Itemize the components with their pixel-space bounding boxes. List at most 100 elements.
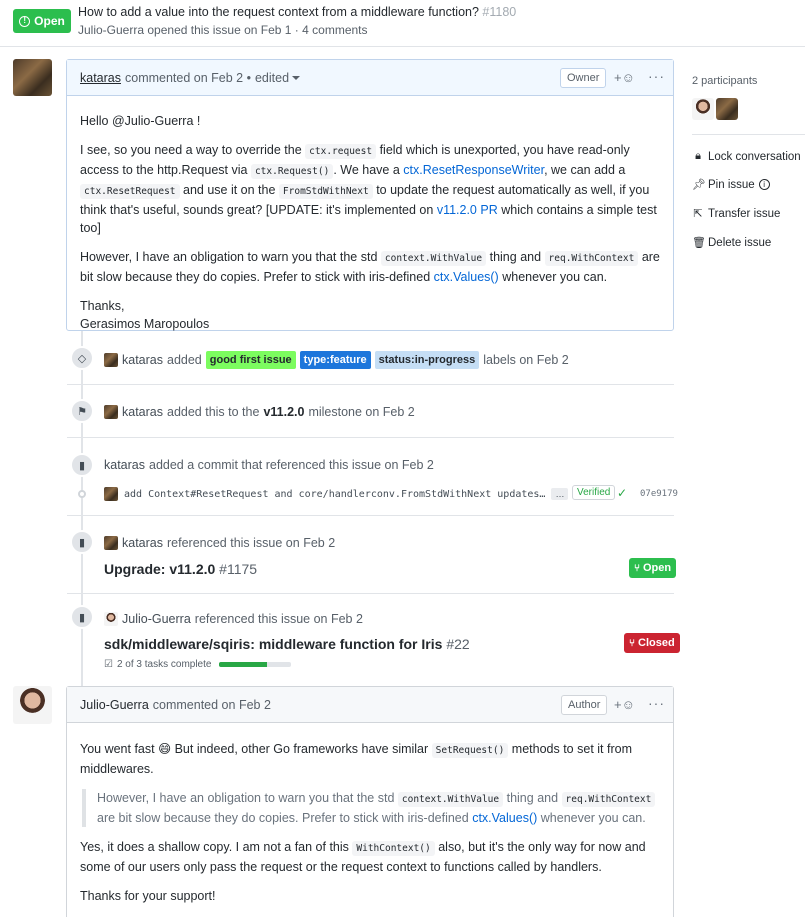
- delete-issue-button[interactable]: 🗑︎ Delete issue: [692, 236, 771, 250]
- text: and use it on the: [183, 183, 276, 197]
- info-icon[interactable]: i: [758, 179, 770, 190]
- event-tail: milestone on Feb 2: [308, 405, 415, 419]
- smile-emoji: 😄: [158, 742, 172, 756]
- event-reference: kataras referenced this issue on Feb 2: [104, 536, 335, 550]
- comment-paragraph-2: However, I have an obligation to warn yo…: [80, 248, 660, 286]
- transfer-label: Transfer issue: [708, 207, 781, 220]
- expand-commit-button[interactable]: …: [551, 488, 569, 500]
- mini-avatar[interactable]: [104, 612, 118, 626]
- task-progress-bar: [219, 662, 291, 667]
- inline-code: context.WithValue: [397, 792, 504, 807]
- event-actor[interactable]: kataras: [122, 405, 163, 419]
- add-reaction-icon[interactable]: +☺: [614, 70, 635, 85]
- participant-avatar-julio[interactable]: [692, 98, 714, 120]
- commit-sha-link[interactable]: 07e9179: [640, 489, 678, 499]
- reset-response-writer-link[interactable]: ctx.ResetResponseWriter: [403, 163, 544, 177]
- event-actor[interactable]: kataras: [122, 536, 163, 550]
- commit-dot-icon: [78, 490, 86, 498]
- issue-author-link[interactable]: Julio-Guerra: [78, 23, 144, 37]
- text: thing and: [506, 791, 559, 805]
- pr-state-label: Open: [643, 562, 672, 574]
- comment-julio-guerra: Julio-Guerra commented on Feb 2 Author +…: [66, 686, 674, 917]
- edited-label: edited: [254, 70, 290, 85]
- text: You went fast: [80, 742, 155, 756]
- issue-header: ! Open How to add a value into the reque…: [0, 0, 805, 47]
- commit-message-link[interactable]: add Context#ResetRequest and core/handle…: [124, 489, 545, 500]
- pin-issue-button[interactable]: 📌︎ Pin issue i: [692, 178, 770, 191]
- divider: [67, 593, 674, 594]
- tag-icon: ◇: [70, 346, 94, 370]
- comment-action: commented on Feb 2: [152, 697, 271, 712]
- edited-dropdown[interactable]: edited: [254, 70, 301, 85]
- pr-closed-badge: ⑂ Closed: [624, 633, 680, 653]
- check-icon[interactable]: ✓: [617, 486, 627, 500]
- event-verb: added: [167, 353, 202, 367]
- task-progress-fill: [219, 662, 268, 667]
- comment-paragraph-1: I see, so you need a way to override the…: [80, 141, 660, 237]
- transfer-icon: ⇱: [693, 208, 703, 220]
- issue-title: How to add a value into the request cont…: [78, 5, 516, 19]
- inline-code: ctx.Request(): [250, 164, 334, 179]
- text: However, I have an obligation to warn yo…: [80, 250, 378, 264]
- referenced-pr-title[interactable]: Upgrade: v11.2.0 #1175: [104, 561, 257, 577]
- comment-kataras: kataras commented on Feb 2 • edited Owne…: [66, 59, 674, 331]
- event-text: referenced this issue on Feb 2: [194, 612, 363, 626]
- comment-author-link[interactable]: Julio-Guerra: [80, 698, 149, 712]
- bookmark-icon: ▮: [70, 453, 94, 477]
- comment-body: You went fast 😄 But indeed, other Go fra…: [67, 723, 673, 905]
- issue-number: #1180: [482, 5, 517, 19]
- label-good-first-issue[interactable]: good first issue: [205, 351, 296, 369]
- pin-icon: 📌︎: [692, 179, 706, 191]
- inline-code: FromStdWithNext: [278, 184, 373, 199]
- mini-avatar[interactable]: [104, 405, 118, 419]
- pin-label: Pin issue: [708, 178, 755, 191]
- text: I see, so you need a way to override the: [80, 143, 302, 157]
- task-progress: ☑ 2 of 3 tasks complete: [104, 659, 211, 670]
- author-badge: Author: [561, 695, 608, 715]
- avatar-julio-guerra[interactable]: [13, 686, 52, 724]
- avatar-kataras[interactable]: [13, 59, 52, 96]
- comment-header: kataras commented on Feb 2 • edited Owne…: [67, 60, 673, 96]
- state-label: Open: [34, 14, 65, 28]
- inline-code: ctx.ResetRequest: [80, 184, 180, 199]
- label-status-in-progress[interactable]: status:in-progress: [374, 351, 480, 369]
- inline-code: SetRequest(): [431, 743, 509, 758]
- divider: [67, 437, 674, 438]
- milestone-link[interactable]: v11.2.0: [263, 405, 304, 419]
- ctx-values-link[interactable]: ctx.Values(): [472, 811, 537, 825]
- mini-avatar[interactable]: [104, 487, 118, 501]
- verified-badge[interactable]: Verified: [572, 485, 616, 500]
- mini-avatar[interactable]: [104, 353, 118, 367]
- add-reaction-icon[interactable]: +☺: [614, 697, 635, 712]
- lock-conversation-button[interactable]: 🔒︎ Lock conversation: [692, 150, 801, 163]
- issue-state-badge: ! Open: [13, 9, 71, 33]
- event-labels: kataras added good first issue type:feat…: [104, 351, 569, 369]
- inline-code: req.WithContext: [544, 251, 639, 266]
- referenced-pr-title[interactable]: sdk/middleware/sqiris: middleware functi…: [104, 636, 470, 652]
- text: whenever you can.: [540, 811, 646, 825]
- issue-meta-text: opened this issue on Feb 1 · 4 comments: [147, 23, 368, 37]
- inline-code: context.WithValue: [380, 251, 487, 266]
- text: thing and: [489, 250, 542, 264]
- event-actor[interactable]: kataras: [122, 353, 163, 367]
- transfer-issue-button[interactable]: ⇱ Transfer issue: [692, 207, 781, 221]
- lock-icon: 🔒︎: [695, 150, 701, 162]
- event-actor[interactable]: kataras: [104, 458, 145, 472]
- text: are bit slow because they do copies. Pre…: [97, 811, 469, 825]
- more-options-icon[interactable]: ···: [648, 68, 665, 84]
- participant-avatar-kataras[interactable]: [716, 98, 738, 120]
- open-issue-icon: !: [19, 15, 31, 27]
- greeting: Hello @Julio-Guerra !: [80, 114, 201, 128]
- event-actor[interactable]: Julio-Guerra: [122, 612, 191, 626]
- mini-avatar[interactable]: [104, 536, 118, 550]
- comment-author-link[interactable]: kataras: [80, 71, 121, 85]
- comment-paragraph-3: Thanks for your support!: [80, 889, 216, 903]
- signoff: Thanks, Gerasimos Maropoulos: [80, 297, 660, 333]
- pr-link[interactable]: v11.2.0 PR: [437, 203, 498, 217]
- ref-number: #1175: [219, 561, 258, 577]
- event-tail: labels on Feb 2: [483, 353, 569, 367]
- label-type-feature[interactable]: type:feature: [299, 351, 371, 369]
- more-options-icon[interactable]: ···: [648, 695, 665, 711]
- blockquote: However, I have an obligation to warn yo…: [82, 789, 660, 827]
- ctx-values-link[interactable]: ctx.Values(): [434, 270, 499, 284]
